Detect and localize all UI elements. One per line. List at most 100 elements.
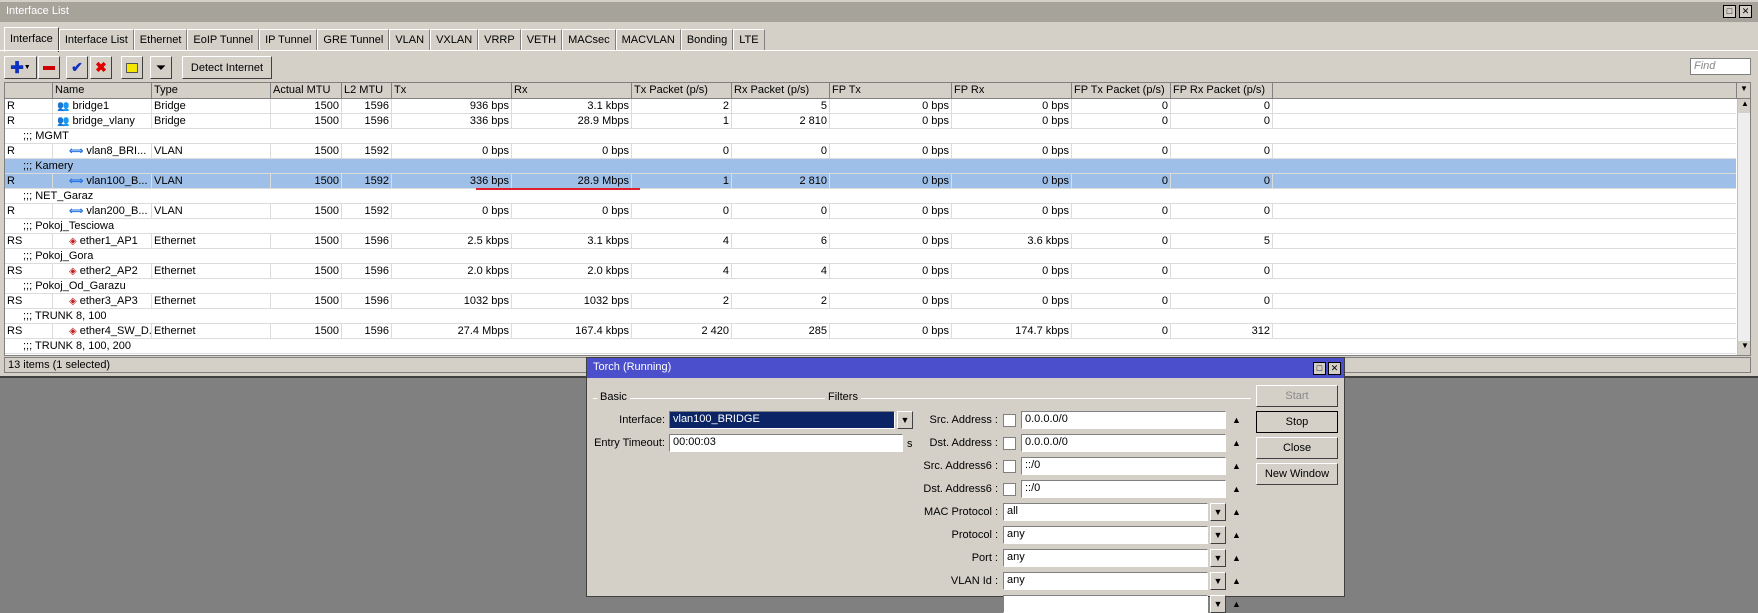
enable-button[interactable]: ✔ — [66, 56, 88, 79]
table-row[interactable]: R 👥 bridge_vlany Bridge 1500 1596 336 bps 28.9 … — [5, 114, 1736, 129]
dropdown-arrow-icon: ▼ — [23, 64, 31, 71]
column-header[interactable]: FP Rx Packet (p/s) — [1171, 83, 1273, 99]
tab-veth[interactable]: VETH — [520, 29, 563, 51]
collapse-arrow-icon[interactable]: ▲ — [1232, 599, 1241, 609]
collapse-arrow-icon[interactable]: ▲ — [1232, 576, 1241, 586]
collapse-arrow-icon[interactable]: ▲ — [1232, 461, 1241, 471]
tab-bonding[interactable]: Bonding — [680, 29, 734, 51]
column-header[interactable]: Actual MTU — [271, 83, 342, 99]
column-header[interactable]: Tx Packet (p/s) — [632, 83, 732, 99]
comment-row[interactable]: ;;; NET_Garaz — [5, 189, 1736, 204]
column-header[interactable]: L2 MTU — [342, 83, 392, 99]
negate-checkbox[interactable] — [1003, 437, 1016, 450]
comment-row[interactable]: ;;; MGMT — [5, 129, 1736, 144]
note-icon — [126, 62, 138, 73]
collapse-arrow-icon[interactable]: ▲ — [1232, 507, 1241, 517]
dropdown-icon[interactable]: ▼ — [1210, 549, 1226, 567]
table-row[interactable]: RS ◈ ether2_AP2 Ethernet 1500 1596 2.0 kbps 2.0… — [5, 264, 1736, 279]
collapse-arrow-icon[interactable]: ▲ — [1232, 553, 1241, 563]
filter-input[interactable]: 0.0.0.0/0 — [1021, 434, 1226, 452]
comment-row[interactable]: ;;; Pokoj_Tesciowa — [5, 219, 1736, 234]
maximize-icon[interactable]: □ — [1313, 362, 1326, 375]
column-header[interactable] — [5, 83, 53, 99]
negate-checkbox[interactable] — [1003, 460, 1016, 473]
new-window-button[interactable]: New Window — [1256, 463, 1338, 485]
collapse-arrow-icon[interactable]: ▲ — [1232, 438, 1241, 448]
collapse-arrow-icon[interactable]: ▲ — [1232, 530, 1241, 540]
filter-input[interactable]: 0.0.0.0/0 — [1021, 411, 1226, 429]
tab-vlan[interactable]: VLAN — [389, 29, 431, 51]
vertical-scrollbar[interactable]: ▲ ▼ — [1737, 99, 1750, 355]
table-row[interactable]: R ⟺ vlan200_B... VLAN 1500 1592 0 bps 0 bps 0 0 0 … — [5, 204, 1736, 219]
scroll-up-icon[interactable]: ▲ — [1738, 99, 1750, 113]
comment-row[interactable]: ;;; Kamery — [5, 159, 1736, 174]
dropdown-icon[interactable]: ▼ — [1210, 526, 1226, 544]
column-header[interactable]: Type — [152, 83, 271, 99]
scroll-down-icon[interactable]: ▼ — [1738, 341, 1750, 355]
bridge-icon: 👥 — [57, 116, 70, 127]
collapse-arrow-icon[interactable]: ▲ — [1232, 415, 1241, 425]
tab-macvlan[interactable]: MACVLAN — [615, 29, 681, 51]
column-header[interactable]: Tx — [392, 83, 512, 99]
filter-select[interactable]: any — [1003, 526, 1208, 544]
tab-eoip-tunnel[interactable]: EoIP Tunnel — [187, 29, 260, 51]
column-header[interactable]: Rx — [512, 83, 632, 99]
comment-row[interactable]: ;;; Pokoj_Od_Garazu — [5, 279, 1736, 294]
column-header[interactable]: FP Tx — [830, 83, 952, 99]
filter-select[interactable]: any — [1003, 572, 1208, 590]
maximize-icon[interactable]: □ — [1723, 5, 1736, 18]
column-menu-icon[interactable]: ▼ — [1737, 83, 1750, 99]
tab-ethernet[interactable]: Ethernet — [133, 29, 188, 51]
tab-ip-tunnel[interactable]: IP Tunnel — [259, 29, 318, 51]
negate-checkbox[interactable] — [1003, 414, 1016, 427]
column-header[interactable]: FP Rx — [952, 83, 1072, 99]
close-icon[interactable]: ✕ — [1739, 5, 1752, 18]
column-header[interactable]: FP Tx Packet (p/s) — [1072, 83, 1171, 99]
cell-fprx: 0 bps — [952, 99, 1072, 114]
tab-interface-list[interactable]: Interface List — [58, 29, 134, 51]
dropdown-icon[interactable]: ▼ — [1210, 503, 1226, 521]
stop-button[interactable]: Stop — [1256, 411, 1338, 433]
cell-tx: 1032 bps — [392, 294, 512, 309]
tab-macsec[interactable]: MACsec — [562, 29, 616, 51]
negate-checkbox[interactable] — [1003, 483, 1016, 496]
table-row[interactable]: R 👥 bridge1 Bridge 1500 1596 936 bps 3.1 kbps 2 5… — [5, 99, 1736, 114]
dropdown-icon[interactable]: ▼ — [1210, 595, 1226, 613]
filter-select[interactable] — [1003, 595, 1208, 613]
tab-gre-tunnel[interactable]: GRE Tunnel — [317, 29, 390, 51]
filter-select[interactable]: all — [1003, 503, 1208, 521]
collapse-arrow-icon[interactable]: ▲ — [1232, 484, 1241, 494]
interface-select[interactable]: vlan100_BRIDGE — [669, 411, 895, 429]
column-header[interactable]: Rx Packet (p/s) — [732, 83, 830, 99]
tab-vrrp[interactable]: VRRP — [478, 29, 521, 51]
filter-input[interactable]: ::/0 — [1021, 480, 1226, 498]
close-button[interactable]: Close — [1256, 437, 1338, 459]
comment-row[interactable]: ;;; TRUNK 8, 100, 200 — [5, 339, 1736, 354]
table-row[interactable]: RS ◈ ether4_SW_D... Ethernet 1500 1596 27.4 Mb… — [5, 324, 1736, 339]
disable-button[interactable]: ✖ — [90, 56, 112, 79]
start-button[interactable]: Start — [1256, 385, 1338, 407]
tab-interface[interactable]: Interface — [4, 27, 59, 52]
interface-name: vlan200_B... — [86, 205, 148, 217]
remove-button[interactable] — [38, 56, 60, 79]
tab-vxlan[interactable]: VXLAN — [430, 29, 479, 51]
table-row[interactable]: RS ◈ ether1_AP1 Ethernet 1500 1596 2.5 kbps 3.1… — [5, 234, 1736, 249]
tab-lte[interactable]: LTE — [733, 29, 765, 51]
filter-button[interactable]: ⏷ — [150, 56, 172, 79]
comment-button[interactable] — [121, 56, 143, 79]
table-row[interactable]: R ⟺ vlan100_B... VLAN 1500 1592 336 bps 28.9 Mb… — [5, 174, 1736, 189]
entry-timeout-input[interactable]: 00:00:03 — [669, 434, 903, 452]
column-header[interactable]: Name — [53, 83, 152, 99]
detect-internet-button[interactable]: Detect Internet — [182, 56, 272, 79]
close-icon[interactable]: ✕ — [1328, 362, 1341, 375]
add-button[interactable]: ✚ ▼ — [4, 56, 37, 79]
filter-select[interactable]: any — [1003, 549, 1208, 567]
table-row[interactable]: RS ◈ ether3_AP3 Ethernet 1500 1596 1032 bps 103… — [5, 294, 1736, 309]
table-row[interactable]: R ⟺ vlan8_BRI... VLAN 1500 1592 0 bps 0 bps 0 0 0 … — [5, 144, 1736, 159]
comment-row[interactable]: ;;; TRUNK 8, 100 — [5, 309, 1736, 324]
find-input[interactable]: Find — [1690, 58, 1751, 75]
cell-fprxp: 312 — [1171, 324, 1273, 339]
filter-input[interactable]: ::/0 — [1021, 457, 1226, 475]
comment-row[interactable]: ;;; Pokoj_Gora — [5, 249, 1736, 264]
dropdown-icon[interactable]: ▼ — [1210, 572, 1226, 590]
